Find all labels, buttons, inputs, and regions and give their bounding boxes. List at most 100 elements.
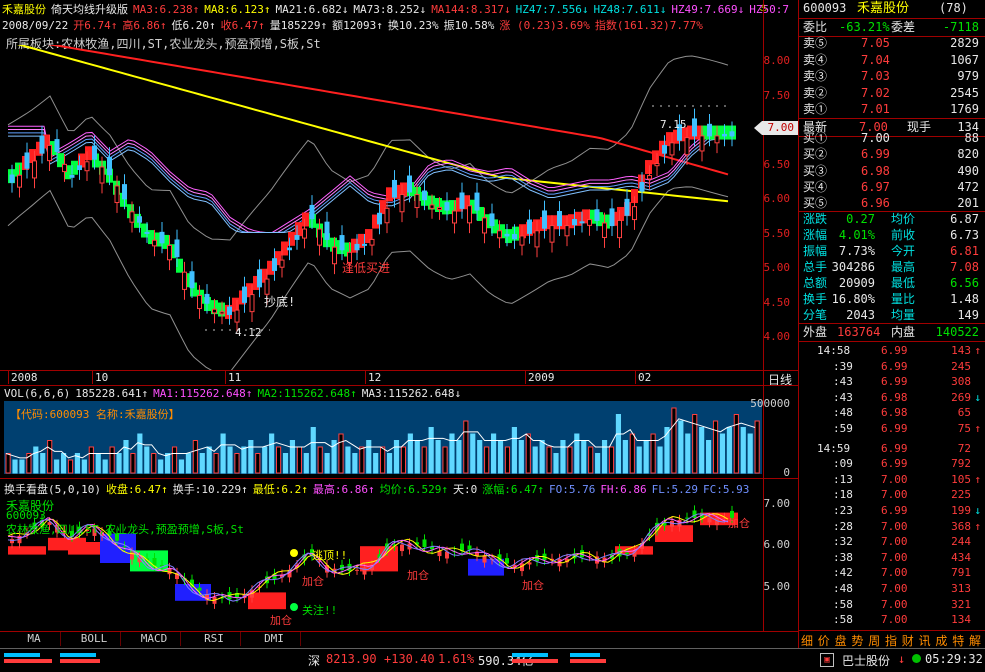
ma21-value: MA21:6.682↓ xyxy=(275,3,349,16)
candle-body xyxy=(54,139,60,152)
candle-body xyxy=(159,231,165,244)
tick-time: :28 xyxy=(833,519,853,533)
candle-body xyxy=(647,175,652,180)
quote-code: 600093 xyxy=(803,1,847,15)
ind-candle xyxy=(152,558,157,566)
signal-add-5: 加仓 xyxy=(728,517,750,530)
candle-body xyxy=(609,208,615,227)
ask-volume: 2829 xyxy=(950,36,979,50)
volume-bar xyxy=(608,446,615,474)
side-menu-item[interactable]: 势 xyxy=(851,632,863,649)
index-name[interactable]: 深 xyxy=(308,652,320,669)
candle-body xyxy=(317,228,322,246)
candle-body xyxy=(122,184,127,200)
price-axis-label: 5.50 xyxy=(763,226,791,240)
volume-bar xyxy=(102,459,108,474)
status-meter-1 xyxy=(4,653,40,657)
tick-volume: 75 xyxy=(957,422,971,435)
side-menu-item[interactable]: 解 xyxy=(969,632,981,649)
candle-body xyxy=(444,202,450,211)
inner-value: 140522 xyxy=(935,325,979,339)
bid-price: 6.97 xyxy=(861,179,890,194)
trend-block xyxy=(652,150,659,165)
low-mark: 4.12 xyxy=(235,326,262,339)
volume-bar xyxy=(706,440,712,474)
tick-row: 14:59 6.99 72 xyxy=(799,441,985,457)
volume-bar xyxy=(255,453,261,474)
stat-value: 4.01% xyxy=(838,228,875,242)
tick-volume: 321 xyxy=(951,597,971,611)
tab-dmi[interactable]: DMI xyxy=(248,632,301,646)
vol-ma2: MA2:115262.648↑ xyxy=(257,387,357,400)
stat-label: 今开 xyxy=(891,244,916,258)
ask-price: 7.03 xyxy=(861,69,890,83)
volume-bar xyxy=(518,440,524,474)
volume-bar xyxy=(747,433,753,474)
chart-area[interactable]: 禾嘉股份 倚天均线升级版 MA3:6.238↑ MA8:6.123↑ MA21:6.68… xyxy=(0,0,798,648)
volume-bar xyxy=(622,440,628,474)
quote-line: 2008/09/22 开6.74↑ 高6.86↑ 低6.20↑ 收6.47↑ 量18522… xyxy=(2,17,708,32)
alert-icon[interactable]: ▣ xyxy=(820,653,834,667)
ask-price: 7.01 xyxy=(861,102,890,116)
tab-macd[interactable]: MACD xyxy=(128,632,181,646)
volume-bar xyxy=(220,433,226,474)
status-meter-3 xyxy=(60,653,96,657)
tab-boll[interactable]: BOLL xyxy=(68,632,121,646)
ind-candle xyxy=(197,587,202,591)
ask-volume: 1769 xyxy=(950,102,979,116)
stat-value: 6.87 xyxy=(950,212,979,226)
bid-price: 7.00 xyxy=(861,131,890,145)
side-menu-item[interactable]: 讯 xyxy=(919,632,931,649)
side-menu-item[interactable]: 成 xyxy=(935,632,947,649)
quote-close: 收6.47↑ xyxy=(220,19,265,32)
volume-bar xyxy=(699,427,705,474)
tick-volume: 792 xyxy=(951,457,971,471)
side-menu-item[interactable]: 盘 xyxy=(835,632,847,649)
quote-high: 高6.86↑ xyxy=(122,19,167,32)
candle-body xyxy=(234,309,240,323)
candle-body xyxy=(504,233,510,237)
index-change: +130.40 xyxy=(384,652,435,666)
volume-bar xyxy=(109,446,115,474)
candle-body xyxy=(684,137,690,156)
tick-price: 7.00 xyxy=(881,472,908,486)
tab-ma[interactable]: MA xyxy=(8,632,61,646)
volume-bar xyxy=(601,440,608,474)
side-menu-item[interactable]: 财 xyxy=(902,632,914,649)
candle-body xyxy=(219,311,225,315)
trend-block xyxy=(722,125,729,140)
indicator-header: 禾嘉股份 倚天均线升级版 MA3:6.238↑ MA8:6.123↑ MA21:6.68… xyxy=(2,1,794,16)
quote-amplitude: 振10.58% xyxy=(443,19,495,32)
tick-volume: 245 xyxy=(951,359,971,373)
tick-row: :59 6.99 75 ↑ xyxy=(799,421,985,437)
scroll-stock[interactable]: 巴士股份 xyxy=(842,652,890,669)
candle-body xyxy=(152,239,157,247)
candle-body xyxy=(624,198,630,216)
signal-watch: 关注!! xyxy=(302,604,338,617)
tab-rsi[interactable]: RSI xyxy=(188,632,241,646)
tick-time: :59 xyxy=(833,422,853,435)
candlestick-chart[interactable] xyxy=(0,45,763,370)
hz49-value: HZ49:7.669↓ xyxy=(671,3,745,16)
volume-bar xyxy=(171,446,178,474)
side-menu[interactable]: 细价盘势周指财讯成特解 xyxy=(799,630,985,648)
side-menu-item[interactable]: 价 xyxy=(818,632,830,649)
tick-volume: 244 xyxy=(951,535,971,549)
volume-bar xyxy=(497,440,504,474)
candle-body xyxy=(84,161,90,172)
side-menu-item[interactable]: 周 xyxy=(868,632,880,649)
quote-date: 2008/09/22 xyxy=(2,19,69,32)
side-menu-item[interactable]: 特 xyxy=(952,632,964,649)
ma3-value: MA3:6.238↑ xyxy=(133,3,200,16)
tick-volume: 269 xyxy=(951,390,971,404)
volume-bar xyxy=(88,446,94,474)
candle-body xyxy=(272,258,277,271)
tick-price: 6.98 xyxy=(881,406,908,420)
buy-signal: 逢低买进 xyxy=(342,261,391,275)
side-menu-item[interactable]: 指 xyxy=(885,632,897,649)
candle-body xyxy=(692,118,697,137)
turnover-indicator-chart[interactable] xyxy=(0,495,763,630)
candle-body xyxy=(17,174,22,188)
side-menu-item[interactable]: 细 xyxy=(801,632,813,649)
quote-low: 低6.20↑ xyxy=(171,19,216,32)
